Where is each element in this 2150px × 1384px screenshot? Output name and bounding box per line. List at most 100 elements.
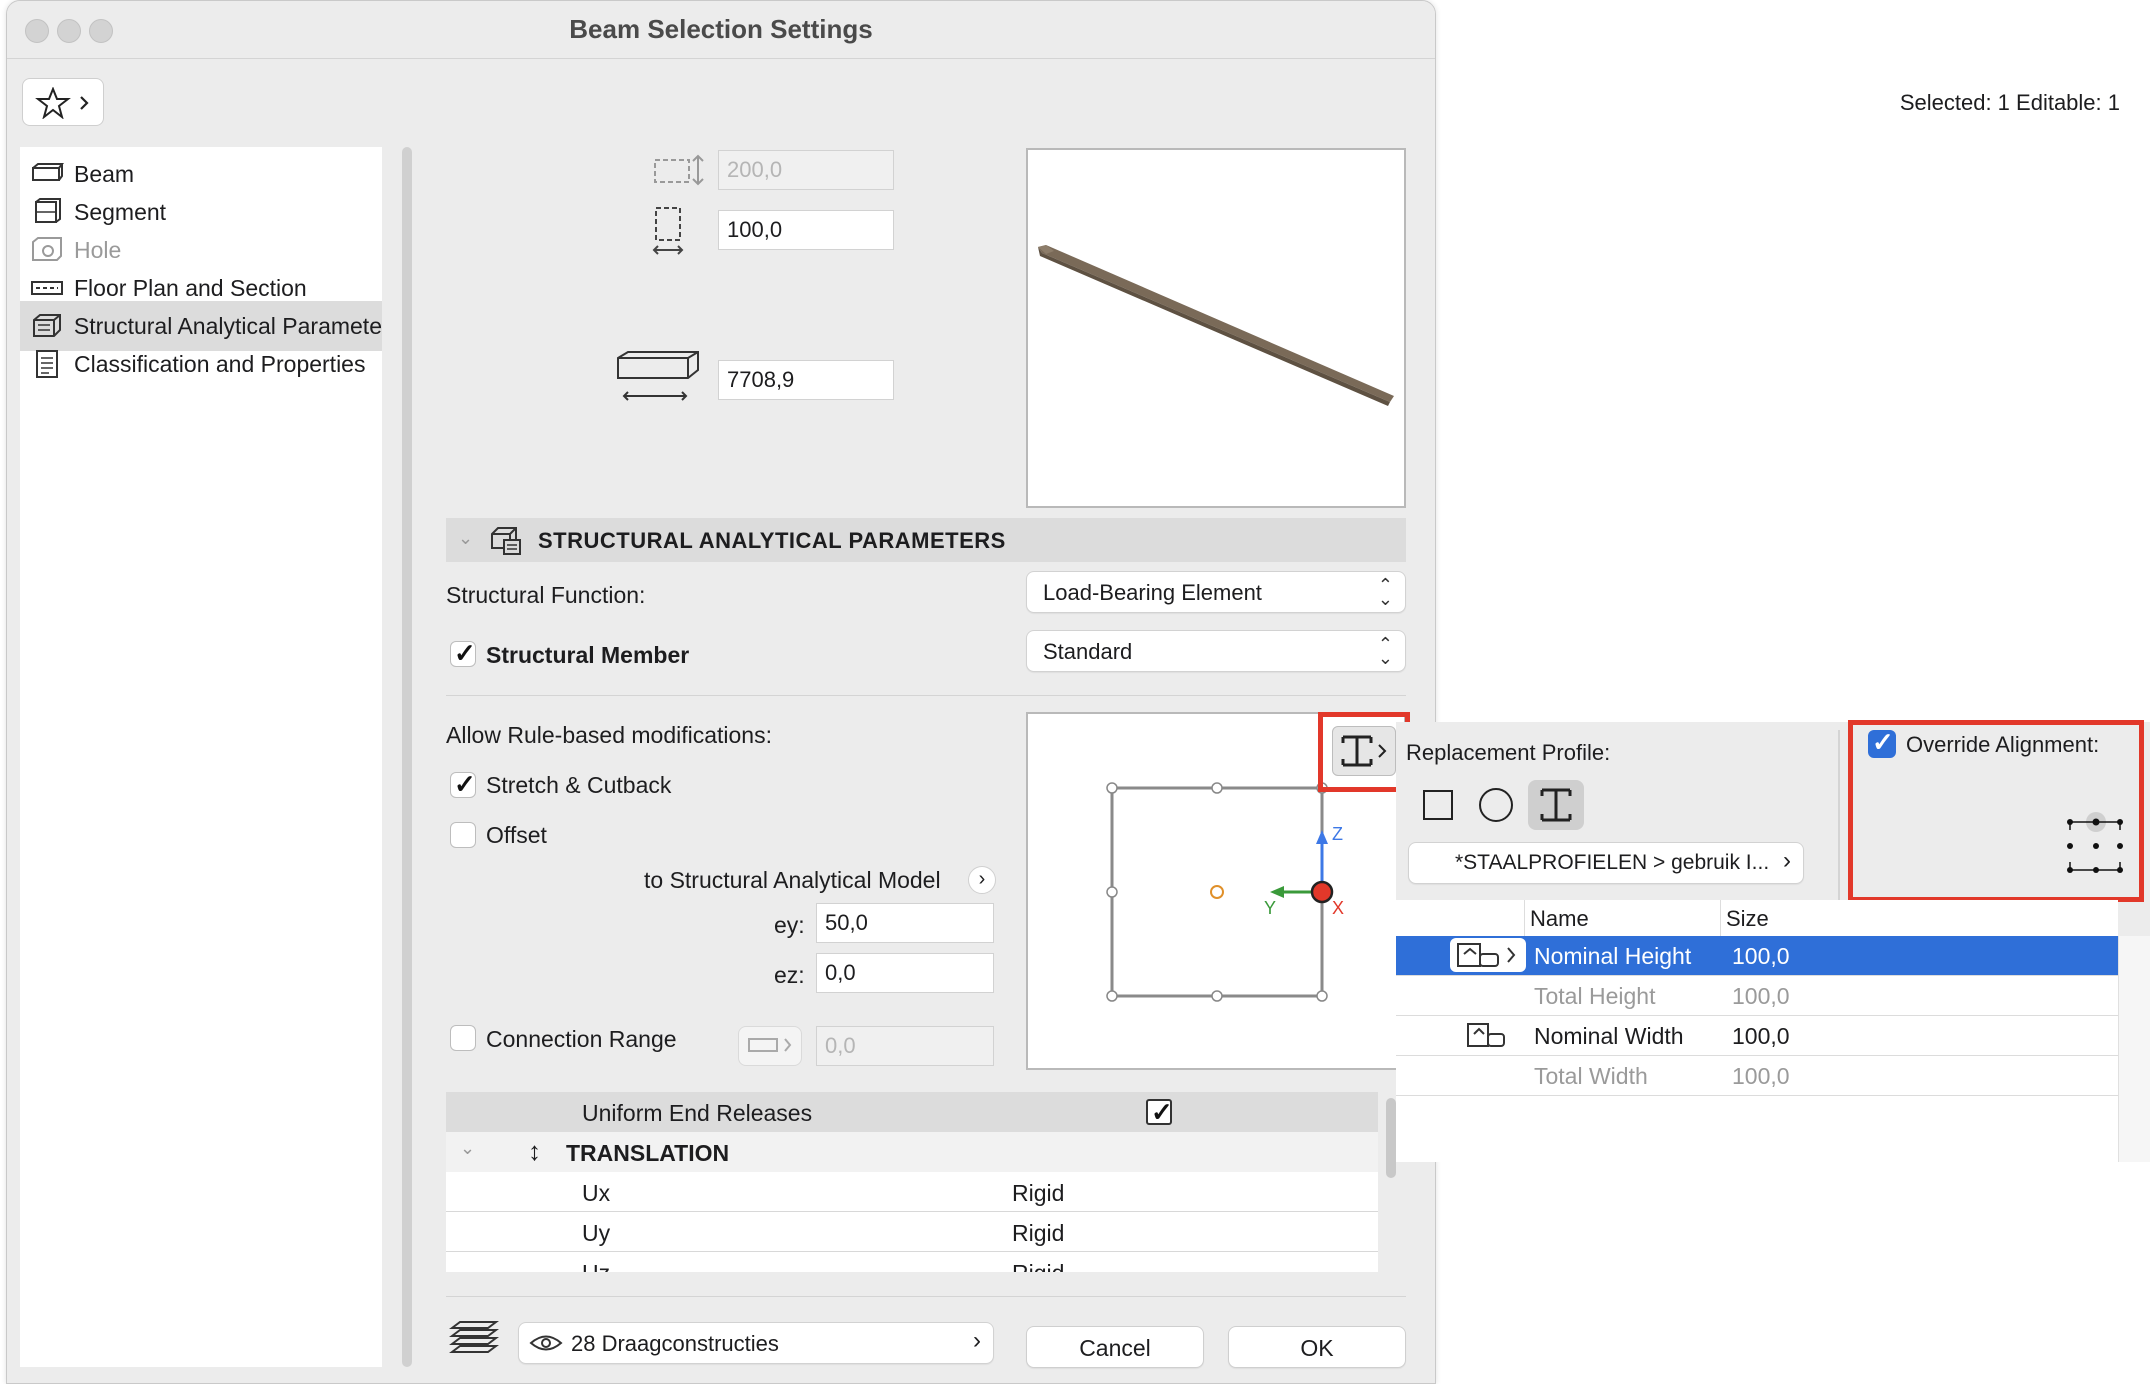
table-row[interactable]: Nominal Width 100,0 xyxy=(1396,1016,2118,1056)
beam-icon xyxy=(28,159,66,189)
profile-button[interactable] xyxy=(1332,726,1396,776)
table-scrollbar[interactable] xyxy=(1386,1098,1396,1178)
y-axis-label: Y xyxy=(1264,898,1276,918)
parameter-name: Nominal Width xyxy=(1534,1023,1684,1049)
beam-height-icon xyxy=(654,154,704,186)
segment-icon xyxy=(28,197,66,227)
structural-function-value: Load-Bearing Element xyxy=(1043,580,1262,605)
beam-model-graphic xyxy=(1038,245,1394,406)
offset-label: Offset xyxy=(486,822,547,848)
stretch-cutback-checkbox[interactable] xyxy=(450,769,476,800)
connection-range-button[interactable] xyxy=(738,1026,802,1066)
main-scrollbar[interactable] xyxy=(402,147,412,1367)
x-axis-label: X xyxy=(1332,898,1344,918)
parameter-size: 100,0 xyxy=(1732,1023,1790,1049)
structural-section-header[interactable]: ⌄ STRUCTURAL ANALYTICAL PARAMETERS xyxy=(446,518,1406,562)
parameter-link-button[interactable] xyxy=(1450,938,1526,972)
column-name-header: Name xyxy=(1530,906,1589,931)
translation-group-row[interactable]: ⌄ ↕ TRANSLATION xyxy=(446,1132,1378,1172)
connection-range-checkbox[interactable] xyxy=(450,1025,476,1051)
vertical-arrow-icon: ↕ xyxy=(528,1136,541,1166)
link-parameter-icon xyxy=(1457,943,1516,967)
beam-length-icon xyxy=(617,351,699,401)
table-row[interactable]: Uz Rigid xyxy=(446,1252,1378,1272)
offset-checkbox[interactable] xyxy=(450,822,476,848)
table-row[interactable]: Nominal Height 100,0 xyxy=(1396,936,2118,976)
parameter-name: Total Height xyxy=(1534,983,1656,1009)
structural-function-select[interactable]: Load-Bearing Element ⌃ ⌄ xyxy=(1026,571,1406,613)
divider xyxy=(446,1296,1406,1297)
chevron-right-icon: › xyxy=(973,1327,981,1354)
release-name: Uz xyxy=(582,1260,610,1272)
favorites-button[interactable] xyxy=(22,78,104,126)
release-value: Rigid xyxy=(1012,1180,1065,1206)
ez-input[interactable]: 0,0 xyxy=(816,953,994,993)
table-row[interactable]: Uy Rigid xyxy=(446,1212,1378,1252)
connection-range-icon xyxy=(748,1038,792,1052)
structural-member-value: Standard xyxy=(1043,639,1133,664)
chevron-down-icon: ⌄ xyxy=(460,1138,476,1158)
selection-count: Selected: 1 Editable: 1 xyxy=(1899,90,2120,115)
chevron-right-icon: › xyxy=(1783,847,1791,874)
circle-profile-button[interactable] xyxy=(1468,780,1524,830)
section-title: STRUCTURAL ANALYTICAL PARAMETERS xyxy=(538,528,1006,553)
layer-select[interactable]: 28 Draagconstructies › xyxy=(518,1322,994,1364)
release-name: Ux xyxy=(582,1180,611,1206)
override-alignment-label: Override Alignment: xyxy=(1906,732,2100,757)
sidebar-item-classification[interactable]: Classification and Properties xyxy=(20,339,382,389)
check-icon: ✓ xyxy=(1872,727,1894,757)
connection-range-input[interactable]: 0,0 xyxy=(816,1026,994,1066)
ok-button[interactable]: OK xyxy=(1228,1326,1406,1368)
beam-3d-preview[interactable] xyxy=(1026,148,1406,508)
profile-library-select[interactable]: *STAALPROFIELEN > gebruik I... › xyxy=(1408,842,1804,884)
table-row[interactable]: Total Height 100,0 xyxy=(1396,976,2118,1016)
profile-path: *STAALPROFIELEN > gebruik I... xyxy=(1455,851,1770,874)
layer-value: 28 Draagconstructies xyxy=(571,1331,779,1356)
parameter-size: 100,0 xyxy=(1732,983,1790,1009)
ez-label: ez: xyxy=(774,962,805,988)
i-profile-button[interactable] xyxy=(1528,780,1584,830)
uniform-releases-label: Uniform End Releases xyxy=(582,1100,813,1126)
sidebar-item-label: Beam xyxy=(74,160,135,187)
column-size-header: Size xyxy=(1726,906,1769,931)
i-beam-icon xyxy=(1540,788,1572,822)
structural-member-checkbox[interactable] xyxy=(450,638,476,669)
translation-label: TRANSLATION xyxy=(566,1140,730,1166)
window-title: Beam Selection Settings xyxy=(569,14,873,44)
to-model-label: to Structural Analytical Model xyxy=(644,867,941,893)
title-bar: Beam Selection Settings xyxy=(7,1,1435,59)
updown-arrows-icon: ⌃ ⌄ xyxy=(1377,634,1393,668)
profile-table-empty-area xyxy=(1396,1096,2118,1162)
structural-member-label: Structural Member xyxy=(486,642,690,668)
sidebar-item-label: Hole xyxy=(74,236,122,263)
stretch-cutback-label: Stretch & Cutback xyxy=(486,772,672,798)
chevron-down-icon: ⌄ xyxy=(458,528,474,548)
profile-table-scroll-track[interactable] xyxy=(2118,936,2150,1162)
settings-sidebar: Beam Segment Hole Floor Plan and Section… xyxy=(20,147,382,1367)
override-alignment-checkbox[interactable]: ✓ xyxy=(1868,727,1896,758)
alignment-anchor-grid[interactable] xyxy=(2060,808,2130,878)
chevron-right-icon[interactable]: › xyxy=(968,866,996,894)
connection-range-label: Connection Range xyxy=(486,1026,677,1052)
table-row[interactable]: Total Width 100,0 xyxy=(1396,1056,2118,1096)
beam-width-input[interactable]: 100,0 xyxy=(718,210,894,250)
ey-label: ey: xyxy=(774,912,805,938)
release-value: Rigid xyxy=(1012,1260,1064,1272)
circle-icon xyxy=(1479,788,1513,822)
eye-icon xyxy=(529,1335,563,1351)
structural-member-select[interactable]: Standard ⌃ ⌄ xyxy=(1026,630,1406,672)
center-point-icon xyxy=(1210,885,1224,899)
rectangle-profile-button[interactable] xyxy=(1410,780,1466,830)
rectangle-icon xyxy=(1423,790,1453,820)
rule-based-label: Allow Rule-based modifications: xyxy=(446,722,772,748)
updown-arrows-icon: ⌃ ⌄ xyxy=(1377,575,1393,609)
uniform-releases-checkbox[interactable] xyxy=(1146,1097,1173,1128)
sidebar-item-label: Segment xyxy=(74,198,167,225)
ey-input[interactable]: 50,0 xyxy=(816,903,994,943)
beam-height-input[interactable]: 200,0 xyxy=(718,150,894,190)
divider xyxy=(446,695,1406,696)
cancel-button[interactable]: Cancel xyxy=(1026,1326,1204,1368)
parameter-name: Nominal Height xyxy=(1534,943,1692,969)
beam-length-input[interactable]: 7708,9 xyxy=(718,360,894,400)
table-row[interactable]: Ux Rigid xyxy=(446,1172,1378,1212)
